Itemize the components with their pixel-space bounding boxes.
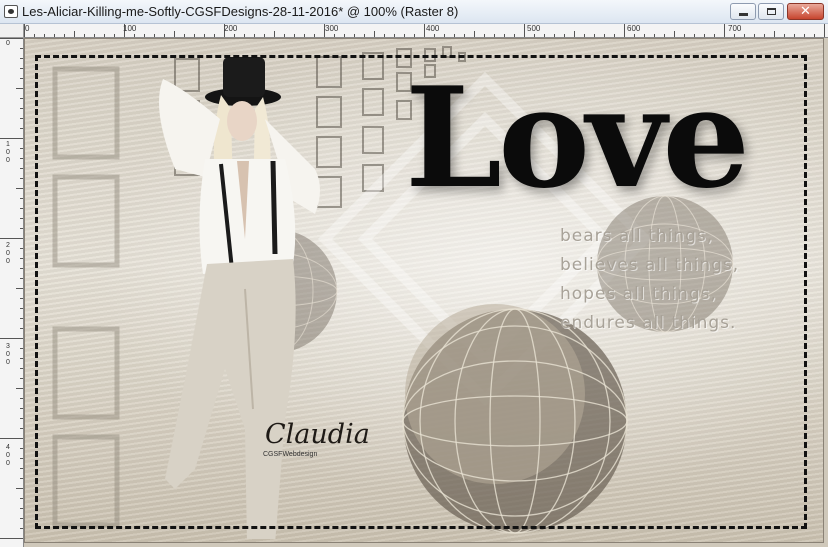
ruler-label: 400	[6, 444, 10, 467]
close-button[interactable]: ✕	[787, 3, 824, 20]
app-icon	[4, 5, 18, 18]
ruler-label: 200	[6, 242, 10, 265]
window-title-bar: Les-Aliciar-Killing-me-Softly-CGSFDesign…	[0, 0, 828, 24]
ruler-label: 700	[728, 24, 742, 33]
window-title: Les-Aliciar-Killing-me-Softly-CGSFDesign…	[22, 4, 459, 19]
ruler-label: 100	[6, 141, 10, 164]
ruler-label: 0	[25, 24, 30, 33]
ruler-label: 200	[224, 24, 238, 33]
ruler-label: 400	[426, 24, 440, 33]
minimize-icon	[738, 13, 748, 16]
minimize-button[interactable]	[730, 3, 756, 20]
maximize-icon	[766, 8, 776, 15]
ruler-corner	[0, 24, 24, 38]
ruler-label: 500	[527, 24, 541, 33]
maximize-button[interactable]	[758, 3, 784, 20]
vertical-ruler[interactable]: 0 100 200 300 400	[0, 38, 24, 547]
ruler-label: 0	[6, 40, 10, 47]
vertical-ruler-ticks	[0, 38, 23, 539]
close-icon: ✕	[800, 4, 811, 19]
image-canvas[interactable]: Love bears all things, believes all thin…	[24, 38, 828, 547]
horizontal-ruler[interactable]: 0 100 200 300 400 500 600 700	[24, 24, 828, 38]
artwork: Love bears all things, believes all thin…	[24, 38, 824, 543]
ruler-label: 600	[627, 24, 641, 33]
ruler-label: 300	[325, 24, 339, 33]
ruler-label: 100	[123, 24, 137, 33]
ruler-label: 300	[6, 343, 10, 366]
dashed-frame	[35, 55, 807, 529]
